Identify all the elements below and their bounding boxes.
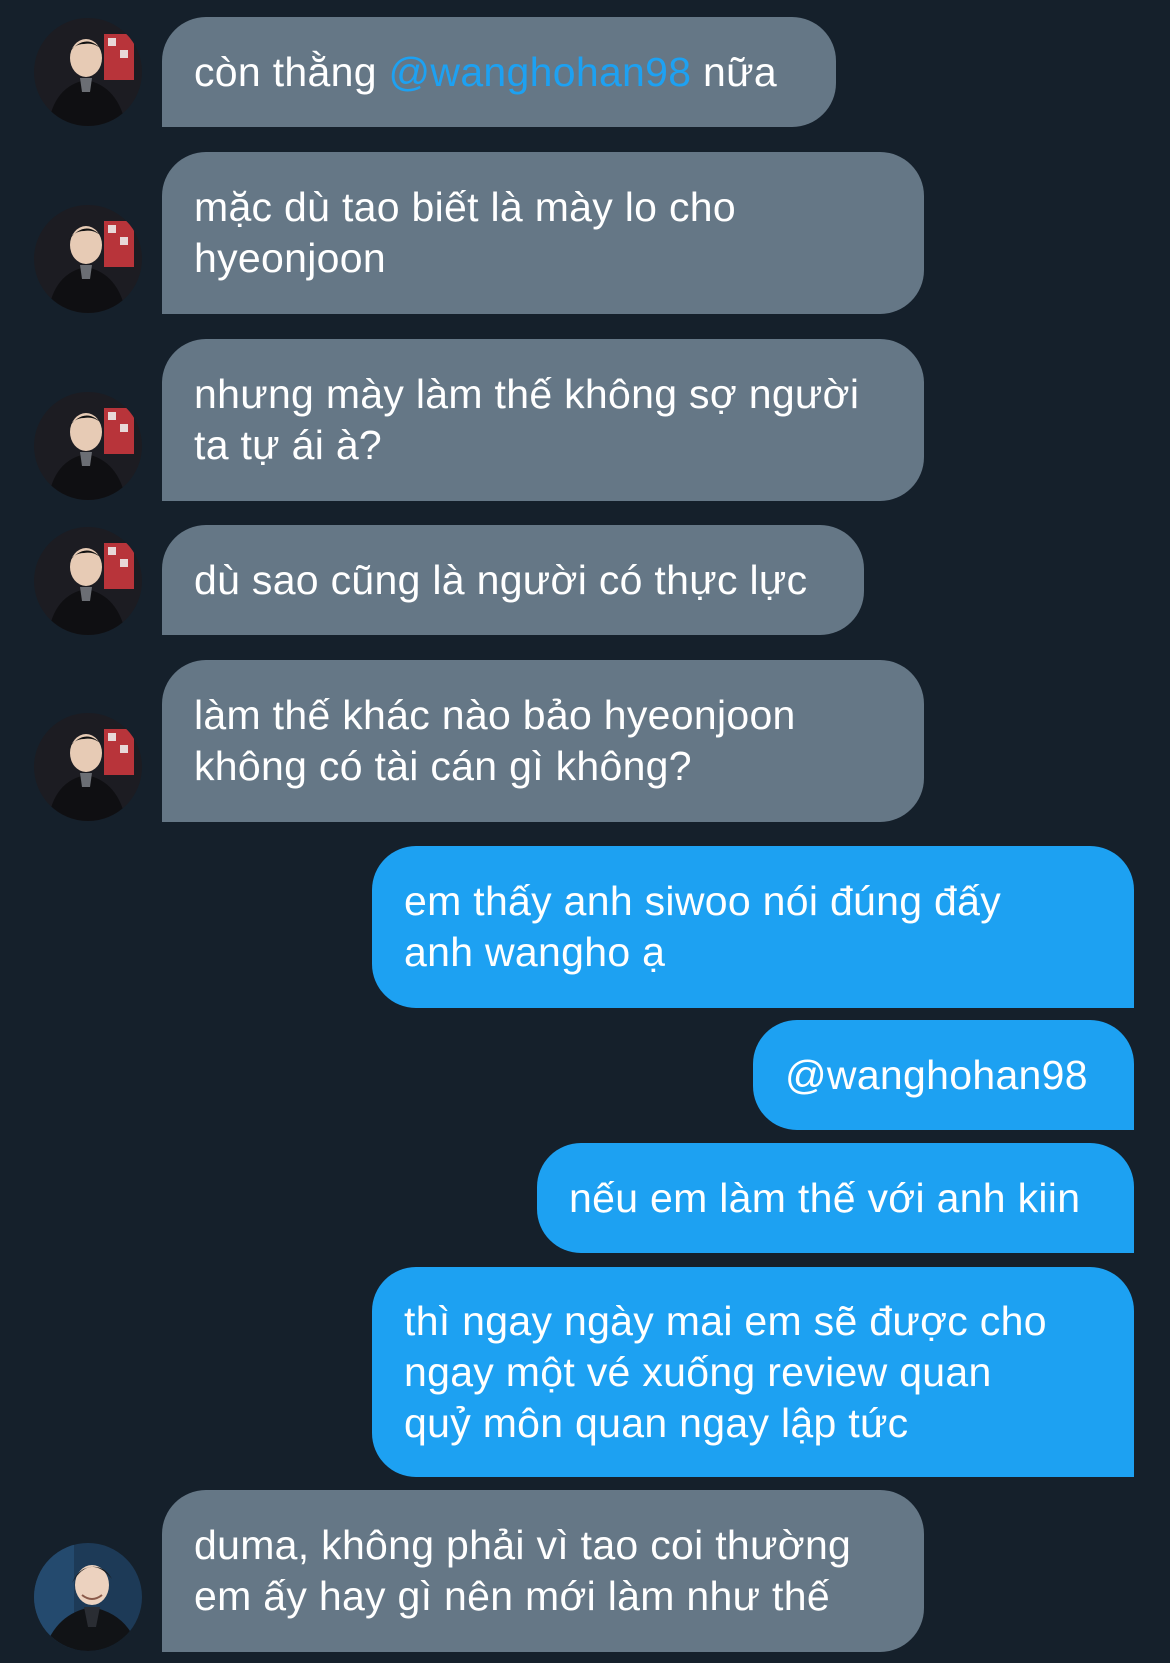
avatar[interactable]	[34, 392, 142, 500]
message-text: còn thằng @wanghohan98 nữa	[194, 48, 778, 95]
avatar[interactable]	[34, 713, 142, 821]
message-bubble[interactable]: còn thằng @wanghohan98 nữa	[162, 17, 836, 127]
message-bubble[interactable]: duma, không phải vì tao coi thường em ấy…	[162, 1490, 924, 1652]
message-text: @wanghohan98	[785, 1051, 1088, 1098]
message-bubble[interactable]: thì ngay ngày mai em sẽ được cho ngay mộ…	[372, 1267, 1134, 1477]
message-bubble[interactable]: nhưng mày làm thế không sợ người ta tự á…	[162, 339, 924, 501]
message-text: nếu em làm thế với anh kiin	[569, 1174, 1081, 1221]
avatar-photo-icon	[34, 713, 142, 821]
avatar[interactable]	[34, 527, 142, 635]
avatar-photo-icon	[34, 527, 142, 635]
message-text: dù sao cũng là người có thực lực	[194, 556, 808, 603]
message-bubble[interactable]: @wanghohan98	[753, 1020, 1134, 1130]
message-text: làm thế khác nào bảo hyeonjoon không có …	[194, 692, 796, 789]
mention-link[interactable]: @wanghohan98	[389, 49, 692, 95]
avatar-photo-icon	[34, 18, 142, 126]
message-bubble[interactable]: dù sao cũng là người có thực lực	[162, 525, 864, 635]
message-text: mặc dù tao biết là mày lo cho hyeonjoon	[194, 184, 736, 281]
message-text: thì ngay ngày mai em sẽ được cho ngay mộ…	[404, 1297, 1047, 1446]
avatar-photo-icon	[34, 1543, 142, 1651]
avatar[interactable]	[34, 205, 142, 313]
chat-thread: còn thằng @wanghohan98 nữa mặc dù tao bi…	[0, 0, 1170, 1663]
avatar-photo-icon	[34, 392, 142, 500]
message-text: em thấy anh siwoo nói đúng đấy anh wangh…	[404, 878, 1002, 975]
message-bubble[interactable]: nếu em làm thế với anh kiin	[537, 1143, 1134, 1253]
message-text: duma, không phải vì tao coi thường em ấy…	[194, 1522, 852, 1619]
message-bubble[interactable]: em thấy anh siwoo nói đúng đấy anh wangh…	[372, 846, 1134, 1008]
avatar-photo-icon	[34, 205, 142, 313]
avatar[interactable]	[34, 18, 142, 126]
message-text: nhưng mày làm thế không sợ người ta tự á…	[194, 371, 860, 468]
message-bubble[interactable]: mặc dù tao biết là mày lo cho hyeonjoon	[162, 152, 924, 314]
avatar[interactable]	[34, 1543, 142, 1651]
message-bubble[interactable]: làm thế khác nào bảo hyeonjoon không có …	[162, 660, 924, 822]
